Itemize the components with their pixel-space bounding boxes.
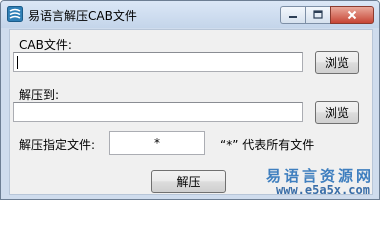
maximize-button[interactable] — [305, 6, 330, 24]
cab-file-input[interactable] — [13, 52, 303, 72]
minimize-button[interactable] — [280, 6, 305, 24]
extract-to-label: 解压到: — [19, 88, 60, 102]
caption-buttons — [280, 6, 374, 24]
browse-cab-button[interactable]: 浏览 — [315, 51, 359, 74]
watermark-url: www.e5a5x.com — [276, 183, 370, 197]
minimize-icon — [289, 16, 297, 18]
app-icon — [7, 6, 23, 22]
file-pattern-input[interactable]: * — [109, 131, 205, 155]
text-caret — [17, 56, 18, 69]
extract-button[interactable]: 解压 — [151, 170, 226, 193]
main-window: 易语言解压CAB文件 CAB文件: 浏览 解压到: 浏览 解压指定文件: * “… — [0, 0, 380, 200]
cab-file-label: CAB文件: — [19, 38, 72, 52]
maximize-icon — [313, 10, 323, 19]
file-pattern-hint: “*” 代表所有文件 — [220, 138, 315, 152]
close-icon — [347, 10, 357, 20]
browse-extract-button[interactable]: 浏览 — [315, 101, 359, 124]
specify-file-label: 解压指定文件: — [19, 138, 96, 152]
extract-to-input[interactable] — [13, 102, 303, 122]
close-button[interactable] — [330, 6, 374, 24]
window-title: 易语言解压CAB文件 — [28, 9, 137, 23]
title-bar[interactable]: 易语言解压CAB文件 — [1, 1, 379, 28]
